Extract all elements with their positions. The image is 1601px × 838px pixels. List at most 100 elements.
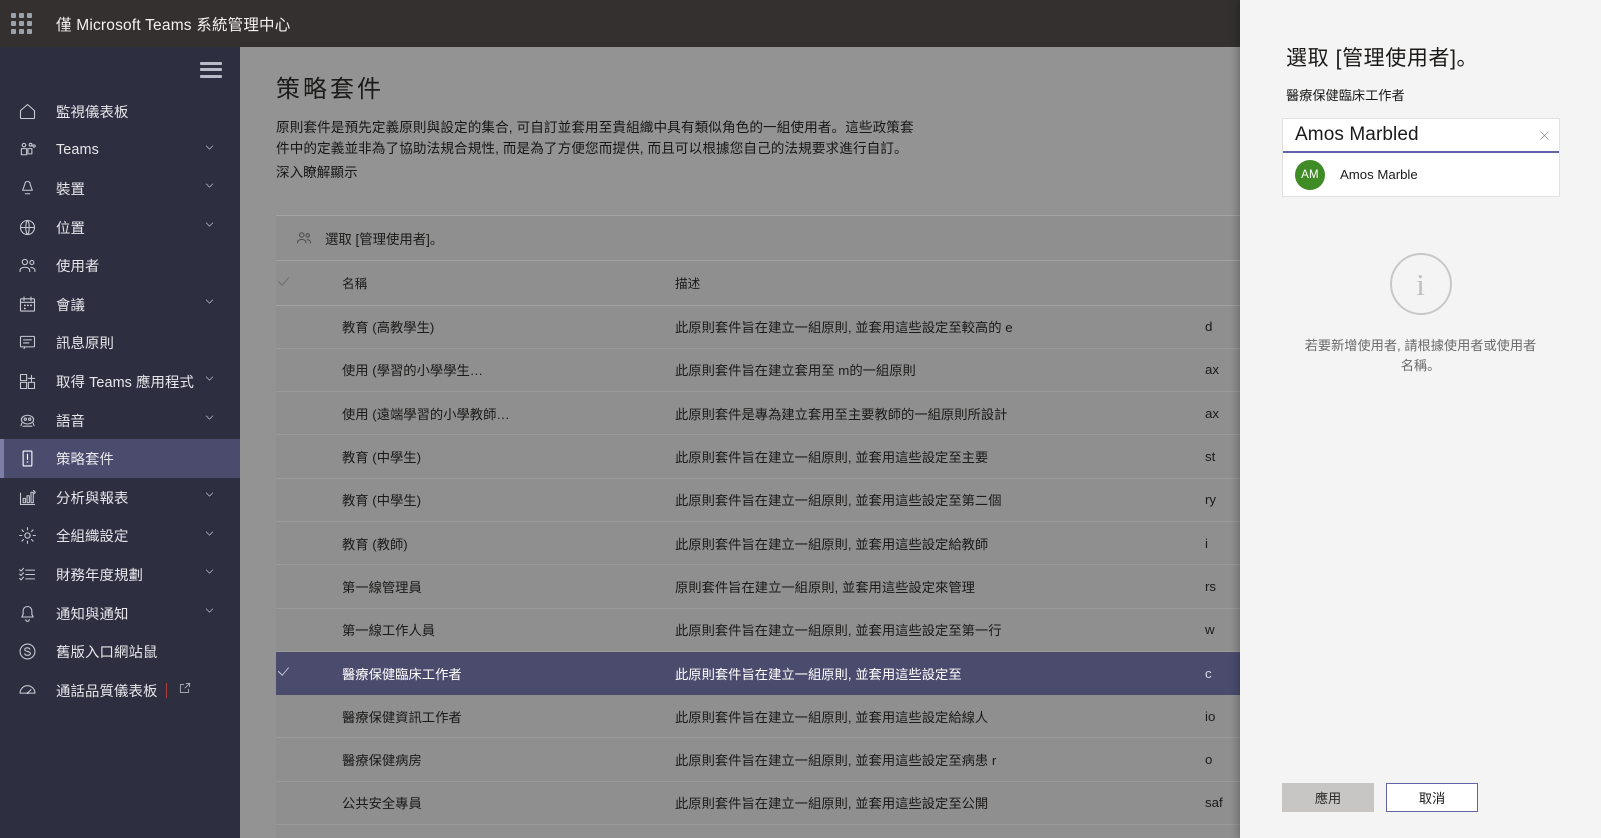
sidebar-item-label: 全組織設定 xyxy=(56,529,129,546)
gear-icon xyxy=(14,524,40,548)
chevron-down-icon[interactable] xyxy=(203,411,216,429)
chevron-down-icon[interactable] xyxy=(203,488,216,506)
row-name: 使用 (遠端學習的小學教師… xyxy=(342,391,675,436)
suite-title: 僅 Microsoft Teams 系統管理中心 xyxy=(56,16,291,34)
apply-button[interactable]: 應用 xyxy=(1282,783,1374,812)
skype-icon xyxy=(14,640,40,664)
page-description: 原則套件是預先定義原則與設定的集合, 可自訂並套用至貴組織中具有類似角色的一組使… xyxy=(276,120,914,156)
row-description: 此原則套件旨在建立一組原則, 並套用這些設定至公開 xyxy=(675,781,1205,826)
row-checkbox[interactable] xyxy=(276,478,342,522)
row-checkbox[interactable] xyxy=(276,348,342,393)
external-link-icon[interactable] xyxy=(178,681,192,700)
row-description: 此原則套件旨在建立一組原則, 並套用這些設定給教師 xyxy=(675,521,1205,566)
sidebar-item-7[interactable]: 取得 Teams 應用程式 xyxy=(0,362,240,401)
row-description: 此原則套件旨在建立一組原則, 並套用這些設定至病患 r xyxy=(675,737,1205,782)
info-glyph: i xyxy=(1416,266,1425,302)
row-description: 原則套件旨在建立一組原則, 並套用這些設定來管理 xyxy=(675,564,1205,609)
chevron-down-icon[interactable] xyxy=(203,604,216,622)
sidebar-item-5[interactable]: 會議 xyxy=(0,285,240,324)
row-checkbox[interactable] xyxy=(276,694,342,739)
sidebar-item-10[interactable]: 分析與報表 xyxy=(0,478,240,517)
sidebar-item-3[interactable]: 位置 xyxy=(0,208,240,247)
sidebar-header xyxy=(0,47,240,92)
external-link-group[interactable] xyxy=(166,681,192,700)
teams-icon xyxy=(14,138,40,162)
sidebar: 監視儀表板 Teams 裝置位置使用者會議訊息原則取得 Teams 應用程式 語音策略… xyxy=(0,47,240,838)
manage-users-button-label[interactable]: 選取 [管理使用者]。 xyxy=(325,228,443,248)
sidebar-item-9[interactable]: 策略套件 xyxy=(0,439,240,478)
globe-icon xyxy=(14,215,40,239)
sidebar-item-14[interactable]: 舊版入口網站鼠 xyxy=(0,632,240,671)
sidebar-item-11[interactable]: 全組織設定 xyxy=(0,517,240,556)
sidebar-item-label: 取得 Teams 應用程式 xyxy=(56,374,195,391)
user-picker: Amos Marbled AM Amos Marble xyxy=(1282,118,1560,197)
sidebar-item-label: Teams xyxy=(56,141,99,158)
row-description: 此原則套件旨在建立一組原則, 並套用這些設定至 xyxy=(675,651,1205,696)
waffle-grid-icon[interactable] xyxy=(11,13,32,34)
hamburger-icon[interactable] xyxy=(200,61,222,78)
user-suggestion-name: Amos Marble xyxy=(1340,167,1418,182)
sidebar-item-13[interactable]: 通知與通知 xyxy=(0,594,240,633)
sidebar-item-1[interactable]: Teams xyxy=(0,131,240,170)
row-checkbox[interactable] xyxy=(276,737,342,782)
sidebar-item-6[interactable]: 訊息原則 xyxy=(0,324,240,363)
sidebar-item-label: 使用者 xyxy=(56,259,100,276)
cancel-button[interactable]: 取消 xyxy=(1386,783,1478,812)
chevron-down-icon[interactable] xyxy=(203,218,216,236)
row-name: 醫療保健資訊工作者 xyxy=(342,694,675,739)
empty-state-message: 若要新增使用者, 請根據使用者或使用者名稱。 xyxy=(1304,338,1537,374)
chevron-down-icon[interactable] xyxy=(203,565,216,583)
sidebar-item-8[interactable]: 語音 xyxy=(0,401,240,440)
user-search-input[interactable]: Amos Marbled xyxy=(1283,119,1559,153)
avatar: AM xyxy=(1295,159,1325,190)
app-root: 僅 Microsoft Teams 系統管理中心 監視儀表板 Teams 裝置位置使… xyxy=(0,0,1601,838)
sidebar-item-0[interactable]: 監視儀表板 xyxy=(0,92,240,131)
row-description: 此原則套件旨在建立套用至 m的一組原則 xyxy=(675,348,1205,393)
sidebar-item-label: 位置 xyxy=(56,220,85,237)
sidebar-item-label: 會議 xyxy=(56,297,85,314)
sidebar-item-15[interactable]: 通話品質儀表板 xyxy=(0,671,240,710)
column-header-name[interactable]: 名稱 xyxy=(342,261,675,306)
row-name: 教育 (中學生) xyxy=(342,478,675,522)
chevron-down-icon[interactable] xyxy=(203,527,216,545)
chevron-down-icon[interactable] xyxy=(203,372,216,390)
sidebar-item-label: 語音 xyxy=(56,413,85,430)
sidebar-item-2[interactable]: 裝置 xyxy=(0,169,240,208)
close-icon[interactable] xyxy=(1529,129,1559,142)
policy-icon xyxy=(14,447,40,471)
select-all-checkbox[interactable] xyxy=(276,261,342,306)
sidebar-item-4[interactable]: 使用者 xyxy=(0,246,240,285)
row-checkbox[interactable] xyxy=(276,608,342,652)
sidebar-item-label: 裝置 xyxy=(56,181,85,198)
column-header-description[interactable]: 描述 xyxy=(675,261,1205,306)
bell-icon xyxy=(14,601,40,625)
user-suggestion-item[interactable]: AM Amos Marble xyxy=(1283,153,1559,196)
panel-subtitle: 醫療保健臨床工作者 xyxy=(1286,88,1405,103)
row-description: 此原則套件旨在建立一組原則, 並套用這些設定至第一行 xyxy=(675,608,1205,652)
phone-icon xyxy=(14,408,40,432)
row-checkbox[interactable] xyxy=(276,434,342,479)
row-description: 此原則套件旨在建立一組原則, 並套用這些設定至第二個 xyxy=(675,478,1205,522)
row-checkbox[interactable] xyxy=(276,564,342,609)
apps-icon xyxy=(14,369,40,393)
chevron-down-icon[interactable] xyxy=(203,179,216,197)
learn-more-link[interactable]: 深入瞭解顯示 xyxy=(276,161,358,181)
panel-title: 選取 [管理使用者]。 xyxy=(1286,47,1479,70)
row-name: 第一線管理員 xyxy=(342,564,675,609)
info-icon: i xyxy=(1389,253,1452,315)
row-checkbox[interactable] xyxy=(276,521,342,566)
row-checkbox[interactable] xyxy=(276,781,342,826)
divider xyxy=(166,682,167,698)
user-search-value: Amos Marbled xyxy=(1295,124,1419,145)
chevron-down-icon[interactable] xyxy=(203,295,216,313)
row-checkbox[interactable] xyxy=(276,651,342,696)
home-icon xyxy=(14,99,40,123)
sidebar-item-label: 分析與報表 xyxy=(56,490,129,507)
chevron-down-icon[interactable] xyxy=(203,141,216,159)
chart-icon xyxy=(14,485,40,509)
row-name: 教育 (中學生) xyxy=(342,434,675,479)
sidebar-item-12[interactable]: 財務年度規劃 xyxy=(0,555,240,594)
row-checkbox[interactable] xyxy=(276,391,342,436)
row-checkbox[interactable] xyxy=(276,305,342,349)
sidebar-item-label: 通知與通知 xyxy=(56,606,129,623)
